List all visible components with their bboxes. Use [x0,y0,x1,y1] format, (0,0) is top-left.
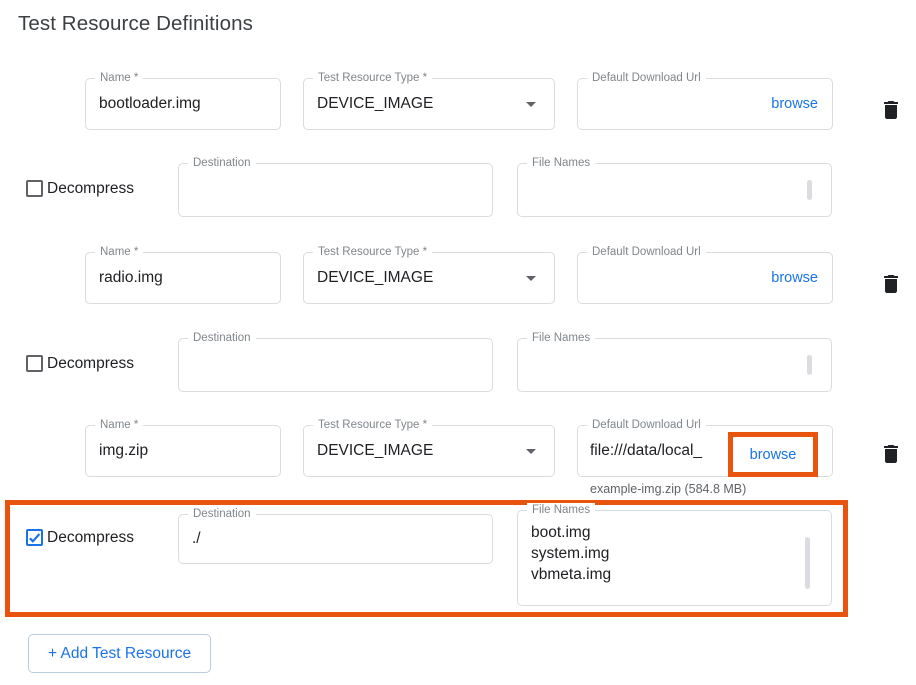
download-url-field[interactable]: Default Download Url file:///data/local_… [577,425,833,477]
decompress-checkbox[interactable] [26,529,43,546]
resource-type-select[interactable]: Test Resource Type * DEVICE_IMAGE [303,252,555,304]
browse-link[interactable]: browse [750,447,797,463]
download-url-field[interactable]: Default Download Url browse [577,252,833,304]
decompress-checkbox[interactable] [26,355,43,372]
destination-label: Destination [188,156,256,171]
delete-resource-button[interactable] [879,441,903,467]
type-value: DEVICE_IMAGE [317,442,433,460]
scrollbar-thumb[interactable] [807,180,812,200]
delete-resource-button[interactable] [879,271,903,297]
file-names-field[interactable]: File Names [517,163,832,217]
file-names-field[interactable]: File Names boot.img system.img vbmeta.im… [517,510,832,606]
browse-link[interactable]: browse [771,96,818,112]
decompress-label: Decompress [47,180,134,198]
scrollbar-thumb[interactable] [807,355,812,375]
name-field[interactable]: Name * radio.img [85,252,281,304]
type-label: Test Resource Type * [313,71,432,86]
file-names-value: boot.img system.img vbmeta.img [531,522,611,585]
name-label: Name * [95,71,143,86]
name-field[interactable]: Name * bootloader.img [85,78,281,130]
decompress-label: Decompress [47,355,134,373]
destination-field[interactable]: Destination [178,163,493,217]
add-test-resource-button[interactable]: + Add Test Resource [28,634,211,673]
file-size-caption: example-img.zip (584.8 MB) [590,482,746,496]
destination-field[interactable]: Destination ./ [178,514,493,564]
trash-icon [879,441,903,467]
file-names-label: File Names [527,331,595,346]
destination-value: ./ [192,530,201,548]
url-label: Default Download Url [587,418,706,433]
chevron-down-icon [526,102,536,107]
trash-icon [879,97,903,123]
name-field[interactable]: Name * img.zip [85,425,281,477]
checkmark-icon [28,531,41,544]
download-url-field[interactable]: Default Download Url browse [577,78,833,130]
url-label: Default Download Url [587,71,706,86]
file-names-label: File Names [527,503,595,518]
delete-resource-button[interactable] [879,97,903,123]
url-label: Default Download Url [587,245,706,260]
name-label: Name * [95,418,143,433]
name-value: radio.img [99,269,163,287]
type-label: Test Resource Type * [313,245,432,260]
file-names-label: File Names [527,156,595,171]
chevron-down-icon [526,276,536,281]
destination-label: Destination [188,507,256,522]
file-names-field[interactable]: File Names [517,338,832,392]
url-value: file:///data/local_ [590,442,722,460]
page-title: Test Resource Definitions [18,12,253,36]
decompress-checkbox[interactable] [26,180,43,197]
name-value: img.zip [99,442,148,460]
type-value: DEVICE_IMAGE [317,269,433,287]
browse-highlight-box: browse [728,432,818,477]
scrollbar-thumb[interactable] [805,537,810,589]
type-label: Test Resource Type * [313,418,432,433]
destination-field[interactable]: Destination [178,338,493,392]
resource-type-select[interactable]: Test Resource Type * DEVICE_IMAGE [303,78,555,130]
destination-label: Destination [188,331,256,346]
resource-type-select[interactable]: Test Resource Type * DEVICE_IMAGE [303,425,555,477]
decompress-label: Decompress [47,529,134,547]
name-value: bootloader.img [99,95,201,113]
name-label: Name * [95,245,143,260]
browse-link[interactable]: browse [771,270,818,286]
trash-icon [879,271,903,297]
test-resource-definitions-panel: Test Resource Definitions Name * bootloa… [0,0,916,685]
chevron-down-icon [526,449,536,454]
type-value: DEVICE_IMAGE [317,95,433,113]
